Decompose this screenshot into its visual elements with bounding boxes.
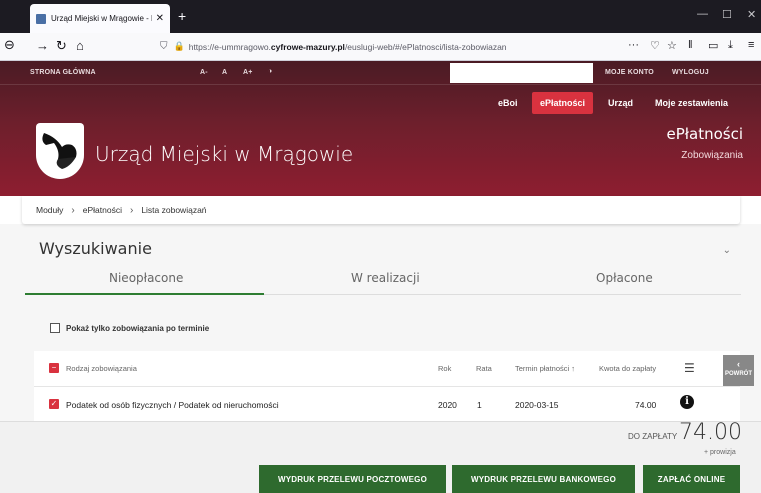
column-menu-icon[interactable]: ☰ bbox=[684, 361, 695, 375]
bookmark-star-icon[interactable]: ☆ bbox=[667, 39, 677, 52]
column-amount[interactable]: Kwota do zapłaty bbox=[599, 364, 656, 373]
tab-in-progress[interactable]: W realizacji bbox=[351, 271, 420, 285]
menu-icon[interactable]: ≡ bbox=[748, 39, 754, 51]
commission-note: + prowizja bbox=[704, 449, 736, 456]
site-header: STRONA GŁÓWNA A- A A+ ◑ MOJE KONTO WYLOG… bbox=[0, 61, 761, 196]
menu-eplatnosci[interactable]: ePłatności bbox=[532, 92, 594, 114]
due-date-label: Termin płatności bbox=[515, 364, 570, 373]
to-pay-label: DO ZAPŁATY bbox=[628, 432, 678, 441]
info-icon[interactable]: i bbox=[680, 395, 694, 409]
status-tabs: Nieopłacone W realizacji Opłacone bbox=[25, 265, 741, 295]
forward-arrow-icon[interactable]: → bbox=[36, 38, 49, 53]
breadcrumb-item-modules[interactable]: Moduły bbox=[36, 205, 63, 215]
tab-paid[interactable]: Opłacone bbox=[596, 271, 653, 285]
site-title: Urząd Miejski w Mrągowie bbox=[95, 142, 354, 166]
overdue-checkbox[interactable] bbox=[50, 323, 60, 333]
top-utility-nav: STRONA GŁÓWNA A- A A+ ◑ MOJE KONTO WYLOG… bbox=[0, 61, 761, 85]
menu-urzad[interactable]: Urząd bbox=[600, 92, 641, 114]
chevron-right-icon: › bbox=[71, 204, 75, 216]
city-coat-of-arms-logo[interactable] bbox=[36, 123, 84, 179]
table-header: − Rodzaj zobowiązania Rok Rata Termin pł… bbox=[34, 351, 740, 387]
active-tab-indicator bbox=[25, 293, 264, 295]
site-favicon-icon bbox=[36, 13, 46, 24]
module-title: ePłatności bbox=[666, 125, 743, 143]
browser-tab-bar: Urząd Miejski w Mrągowie - Li ✕ + — ☐ ✕ bbox=[0, 0, 761, 33]
reload-icon[interactable]: ↻ bbox=[56, 38, 67, 54]
chevron-down-icon[interactable]: ⌄ bbox=[723, 245, 731, 256]
breadcrumb-item-current: Lista zobowiązań bbox=[141, 205, 207, 215]
browser-tab-title: Urząd Miejski w Mrągowie - Li bbox=[51, 14, 152, 23]
row-amount: 74.00 bbox=[635, 400, 657, 410]
browser-nav-bar: ⊖ → ↻ ⌂ ⛉ 🔒 https://e-ummragowo. cyfrowe-… bbox=[0, 33, 761, 61]
font-normal-button[interactable]: A bbox=[222, 69, 227, 76]
back-button[interactable]: ‹ POWRÓT bbox=[723, 355, 754, 386]
font-decrease-button[interactable]: A- bbox=[200, 69, 208, 76]
column-year[interactable]: Rok bbox=[438, 364, 451, 373]
overdue-filter[interactable]: Pokaż tylko zobowiązania po terminie bbox=[50, 323, 209, 333]
print-postal-transfer-button[interactable]: WYDRUK PRZELEWU POCZTOWEGO bbox=[259, 465, 446, 493]
logout-link[interactable]: WYLOGUJ bbox=[672, 69, 709, 76]
back-button-label: POWRÓT bbox=[725, 370, 752, 377]
library-icon[interactable]: ‖ bbox=[688, 39, 693, 51]
column-installment[interactable]: Rata bbox=[476, 364, 492, 373]
column-type[interactable]: Rodzaj zobowiązania bbox=[66, 364, 137, 373]
pay-online-button[interactable]: ZAPŁAĆ ONLINE bbox=[643, 465, 740, 493]
close-tab-icon[interactable]: ✕ bbox=[156, 13, 164, 24]
home-link[interactable]: STRONA GŁÓWNA bbox=[30, 69, 96, 76]
row-year: 2020 bbox=[438, 400, 457, 410]
row-installment: 1 bbox=[477, 400, 482, 410]
total-amount: 74.00 bbox=[679, 420, 742, 445]
font-increase-button[interactable]: A+ bbox=[243, 69, 253, 76]
row-checkbox[interactable]: ✓ bbox=[49, 399, 59, 409]
module-subtitle: Zobowiązania bbox=[681, 150, 743, 161]
column-due-date[interactable]: Termin płatności ↑ bbox=[515, 364, 575, 373]
breadcrumb-item-eplatnosci[interactable]: ePłatności bbox=[83, 205, 122, 215]
obligations-table: − Rodzaj zobowiązania Rok Rata Termin pł… bbox=[34, 351, 740, 422]
url-suffix: /euslugi-web/#/ePlatnosci/lista-zobowiaz… bbox=[344, 41, 507, 52]
shield-icon: ⛉ bbox=[160, 41, 168, 52]
url-prefix: https://e-ummragowo. bbox=[188, 41, 271, 52]
search-input[interactable] bbox=[450, 63, 593, 83]
tab-unpaid[interactable]: Nieopłacone bbox=[109, 271, 183, 285]
address-bar[interactable]: ⛉ 🔒 https://e-ummragowo. cyfrowe-mazury.p… bbox=[160, 36, 620, 57]
row-type: Podatek od osób fizycznych / Podatek od … bbox=[66, 400, 279, 410]
website: STRONA GŁÓWNA A- A A+ ◑ MOJE KONTO WYLOG… bbox=[0, 61, 761, 493]
sidebar-icon[interactable]: ▭ bbox=[708, 39, 718, 52]
maximize-icon[interactable]: ☐ bbox=[722, 8, 732, 21]
breadcrumb: Moduły › ePłatności › Lista zobowiązań bbox=[22, 196, 740, 224]
menu-eboi[interactable]: eBoi bbox=[490, 92, 526, 114]
browser-tab[interactable]: Urząd Miejski w Mrągowie - Li ✕ bbox=[30, 4, 170, 33]
back-arrow-icon[interactable]: ⊖ bbox=[4, 37, 15, 53]
minimize-icon[interactable]: — bbox=[697, 8, 708, 20]
my-account-link[interactable]: MOJE KONTO bbox=[605, 69, 654, 76]
window-close-icon[interactable]: ✕ bbox=[747, 8, 756, 21]
chevron-right-icon: › bbox=[129, 204, 134, 216]
pocket-icon[interactable]: ♡ bbox=[650, 39, 660, 52]
lock-icon: 🔒 bbox=[173, 41, 185, 51]
overdue-checkbox-label: Pokaż tylko zobowiązania po terminie bbox=[66, 323, 210, 333]
contrast-icon[interactable]: ◑ bbox=[268, 68, 272, 75]
search-section-title: Wyszukiwanie bbox=[39, 239, 152, 258]
page-actions-icon[interactable]: ··· bbox=[628, 39, 639, 51]
menu-zestawienia[interactable]: Moje zestawienia bbox=[647, 92, 736, 114]
select-all-checkbox[interactable]: − bbox=[49, 363, 59, 373]
row-due-date: 2020-03-15 bbox=[515, 400, 559, 410]
url-domain: cyfrowe-mazury.pl bbox=[270, 41, 345, 52]
chevron-left-icon: ‹ bbox=[737, 359, 740, 369]
home-icon[interactable]: ⌂ bbox=[76, 38, 84, 53]
print-bank-transfer-button[interactable]: WYDRUK PRZELEWU BANKOWEGO bbox=[452, 465, 635, 493]
new-tab-button[interactable]: + bbox=[178, 8, 186, 24]
downloads-icon[interactable]: ⤓ bbox=[728, 39, 733, 52]
sort-arrow-up-icon: ↑ bbox=[571, 364, 576, 373]
